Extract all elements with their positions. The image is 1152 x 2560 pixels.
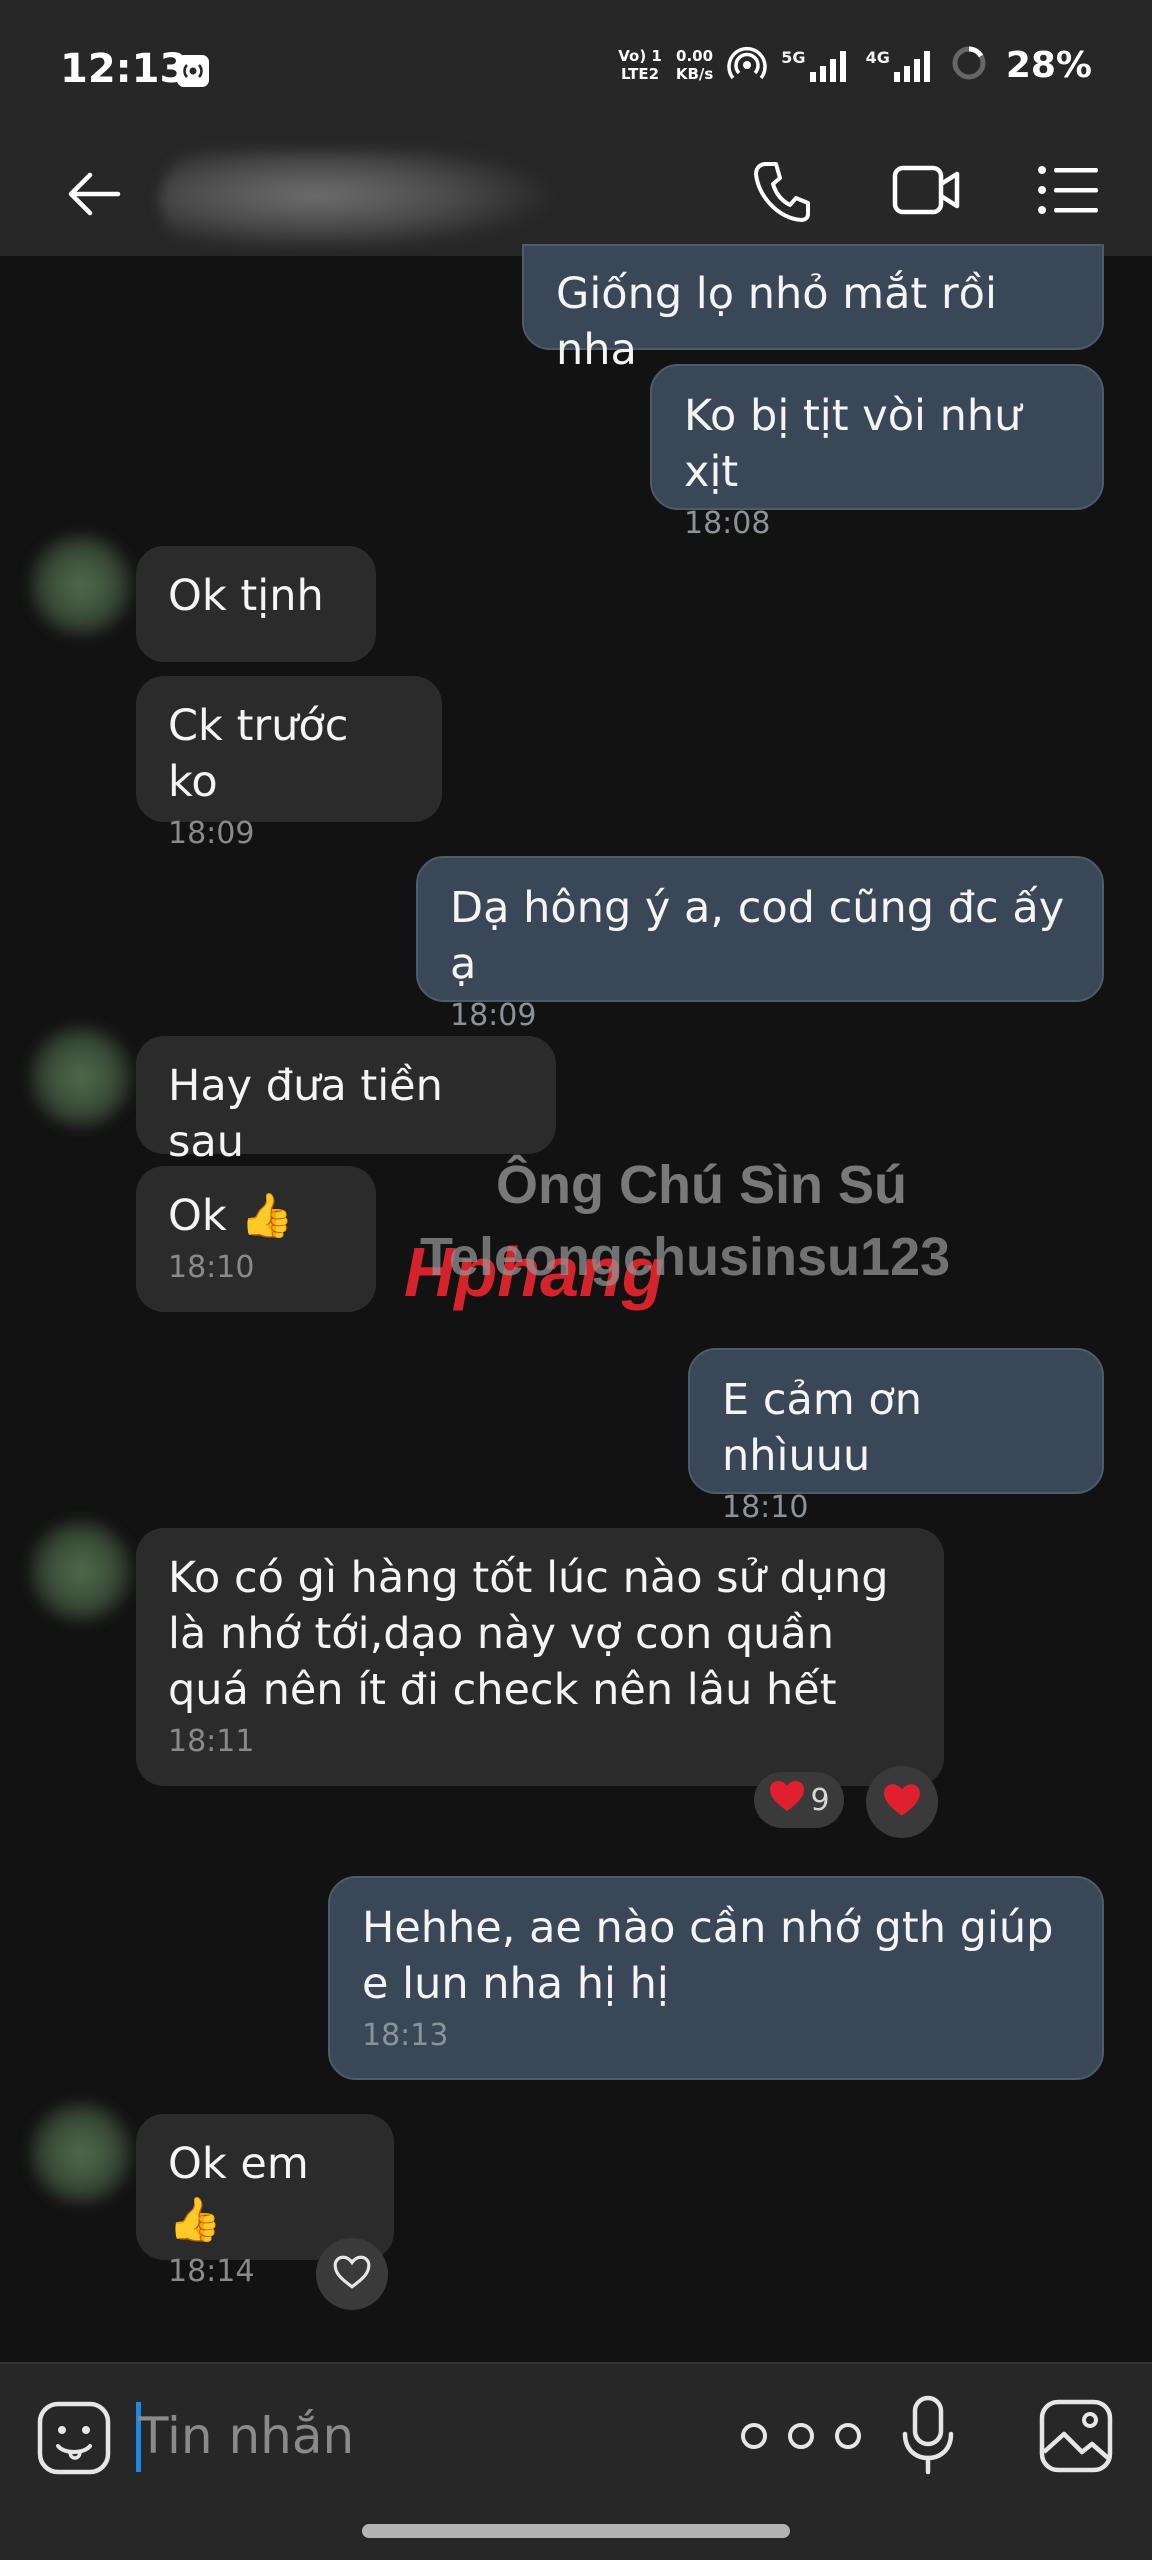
list-menu-icon[interactable] [1036, 162, 1100, 218]
watermark-text: Teleongchusinsu123 [420, 1227, 951, 1287]
message-time: 18:10 [168, 1250, 255, 1285]
volte-indicator: Vo) 1 LTE2 [618, 47, 662, 83]
message-incoming[interactable]: Hay đưa tiền sau [136, 1036, 556, 1167]
heart-icon [768, 1779, 806, 1821]
watermark-text: Ông Chú Sìn Sú [496, 1155, 907, 1215]
video-camera-icon[interactable] [892, 162, 962, 218]
message-time: 18:11 [168, 1724, 255, 1759]
home-indicator[interactable] [362, 2524, 790, 2538]
heart-icon [882, 1782, 922, 1822]
phone-icon[interactable] [752, 158, 812, 224]
message-outgoing[interactable]: Ko bị tịt vòi như xịt 18:08 [650, 364, 1104, 541]
sticker-emoji-icon[interactable] [36, 2400, 112, 2476]
reaction-summary[interactable]: 9 [754, 1772, 844, 1828]
signal-5g-icon: 5G [781, 48, 851, 82]
image-gallery-icon[interactable] [1038, 2398, 1114, 2474]
avatar[interactable] [26, 2098, 136, 2208]
react-button[interactable] [316, 2238, 388, 2310]
message-outgoing[interactable]: Giống lọ nhỏ mắt rồi nha [522, 244, 1104, 375]
battery-percent: 28% [1005, 44, 1092, 86]
message-outgoing[interactable]: Dạ hông ý a, cod cũng đc ấy ạ 18:09 [416, 856, 1104, 1033]
heart-outline-icon [332, 2254, 372, 2294]
status-bar: 12:13 Vo) 1 LTE2 0.00 KB/s 5G 4G 28% [0, 0, 1152, 140]
message-time: 18:09 [168, 816, 255, 851]
message-input[interactable] [138, 2398, 698, 2474]
message-time: 18:09 [450, 998, 537, 1033]
react-button[interactable] [866, 1766, 938, 1838]
microphone-icon[interactable] [900, 2394, 956, 2478]
contact-name-blurred[interactable] [160, 150, 550, 250]
avatar[interactable] [26, 1022, 136, 1132]
reaction-count: 9 [810, 1782, 830, 1818]
message-time: 18:10 [722, 1490, 809, 1525]
message-time: 18:13 [362, 2018, 449, 2053]
chat-header [0, 140, 1152, 256]
network-speed: 0.00 KB/s [675, 47, 714, 83]
battery-icon [950, 44, 988, 86]
avatar[interactable] [26, 530, 136, 640]
status-indicators: Vo) 1 LTE2 0.00 KB/s 5G 4G 28% [618, 44, 1092, 86]
chat-screen: 12:13 Vo) 1 LTE2 0.00 KB/s 5G 4G 28% Giố… [0, 0, 1152, 2560]
back-arrow-icon[interactable] [62, 162, 126, 226]
message-incoming[interactable]: Ok 👍 18:10 [136, 1166, 376, 1312]
message-outgoing[interactable]: E cảm ơn nhìuuu 18:10 [688, 1348, 1104, 1525]
message-time: 18:08 [684, 506, 771, 541]
message-outgoing[interactable]: Hehhe, ae nào cần nhớ gth giúp e lun nha… [328, 1876, 1104, 2080]
message-incoming[interactable]: Ck trước ko 18:09 [136, 676, 442, 851]
message-incoming[interactable]: Ko có gì hàng tốt lúc nào sử dụng là nhớ… [136, 1528, 944, 1786]
avatar[interactable] [26, 1516, 136, 1626]
more-options-icon[interactable] [738, 2416, 864, 2456]
signal-4g-icon: 4G [866, 48, 936, 82]
hotspot-notification-icon [176, 54, 210, 92]
status-time: 12:13 [60, 46, 188, 92]
hotspot-icon [727, 45, 767, 85]
message-incoming[interactable]: Ok tịnh [136, 546, 376, 662]
